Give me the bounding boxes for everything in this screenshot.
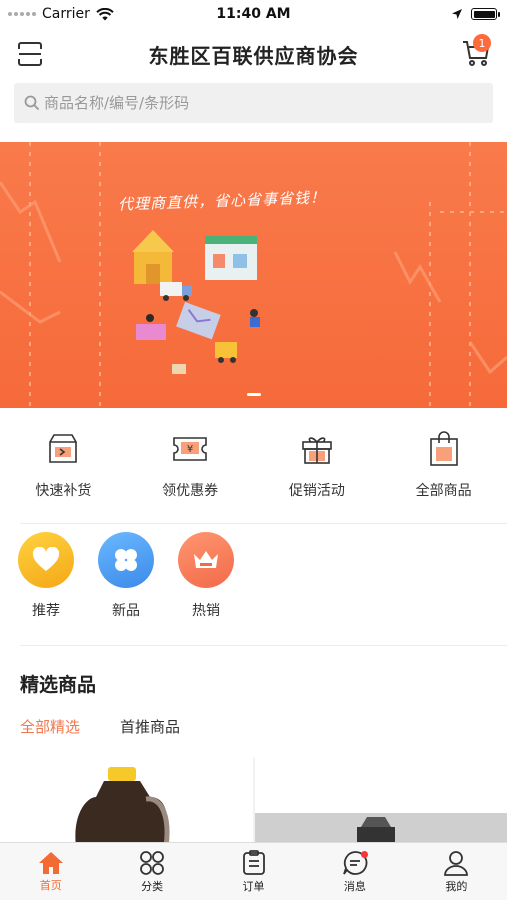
home-icon [38,851,63,874]
tab-top-picks[interactable]: 首推商品 [120,716,180,737]
product-grid [0,757,507,847]
category-circle [18,532,74,588]
product-card[interactable] [0,757,253,847]
gift-icon [298,430,336,468]
crown-icon [194,551,218,568]
search-bar[interactable] [14,83,493,123]
category-circle [178,532,234,588]
banner-illustration [0,142,507,408]
profile-icon [444,850,469,876]
quick-entry-coupon[interactable]: ¥ 领优惠券 [127,410,254,522]
quick-entry-label: 快速补货 [35,483,92,499]
product-image [254,813,507,847]
bottom-tab-bar: 首页 分类 订单 消息 我的 [0,842,507,900]
cart-badge: 1 [473,34,491,52]
tabbar-label: 订单 [242,879,265,893]
carrier-label: Carrier [42,6,90,22]
search-icon [24,95,40,111]
order-icon [242,849,265,875]
divider [20,523,507,524]
featured-tabs: 全部精选 首推商品 [20,716,180,737]
category-new[interactable]: 新品 [98,532,154,642]
tabbar-label: 消息 [343,879,366,893]
quick-entry-promotion[interactable]: 促销活动 [254,410,381,522]
category-row: 推荐 新品 热销 [0,532,507,642]
tabbar-label: 首页 [39,878,62,892]
category-icon [140,850,165,875]
cart-button[interactable]: 1 [459,34,493,70]
tab-all-featured[interactable]: 全部精选 [20,716,80,737]
battery-fill [473,10,495,18]
tabbar-label: 我的 [445,879,468,893]
promo-banner[interactable]: 代理商直供，省心省事省钱！ [0,142,507,408]
battery-icon [471,8,500,20]
tabbar-item-orders[interactable]: 订单 [203,843,304,900]
quick-entry-restock[interactable]: 快速补货 [0,410,127,522]
navbar: 东胜区百联供应商协会 1 [0,28,507,80]
category-hot[interactable]: 热销 [178,532,234,642]
quick-entry-label: 领优惠券 [162,483,219,499]
banner-page-indicator [247,393,261,396]
search-input[interactable] [44,94,483,112]
wifi-icon [96,7,114,20]
tabbar-item-category[interactable]: 分类 [101,843,202,900]
featured-title: 精选商品 [20,674,97,696]
category-label: 新品 [112,603,140,619]
product-image [75,767,170,847]
location-arrow-icon [452,9,462,19]
divider [20,645,507,646]
category-label: 推荐 [32,603,60,619]
status-left: Carrier [8,6,114,22]
quick-entry-label: 全部商品 [415,483,472,499]
quick-entry-all-products[interactable]: 全部商品 [380,410,507,522]
category-recommend[interactable]: 推荐 [18,532,74,642]
signal-dots-icon [8,12,36,16]
tabbar-item-messages[interactable]: 消息 [304,843,405,900]
tabbar-label: 分类 [141,879,164,893]
restock-box-icon [44,430,82,468]
product-card[interactable] [254,757,507,847]
scan-button[interactable] [14,38,46,70]
coupon-icon: ¥ [171,430,209,468]
category-circle [98,532,154,588]
unread-dot [361,851,368,858]
svg-text:¥: ¥ [187,444,193,455]
quick-entry-label: 促销活动 [288,483,345,499]
tabbar-item-home[interactable]: 首页 [0,843,101,900]
shopping-bag-icon [425,430,463,468]
page-title: 东胜区百联供应商协会 [148,43,359,68]
scan-icon [18,42,42,66]
heart-icon [32,547,60,571]
category-label: 热销 [192,603,220,619]
quick-entry-row: 快速补货 ¥ 领优惠券 促销活动 全部商品 [0,410,507,522]
status-right [451,8,500,20]
clover-icon [115,549,137,571]
status-bar: Carrier 11:40 AM [0,0,507,28]
tabbar-item-profile[interactable]: 我的 [406,843,507,900]
